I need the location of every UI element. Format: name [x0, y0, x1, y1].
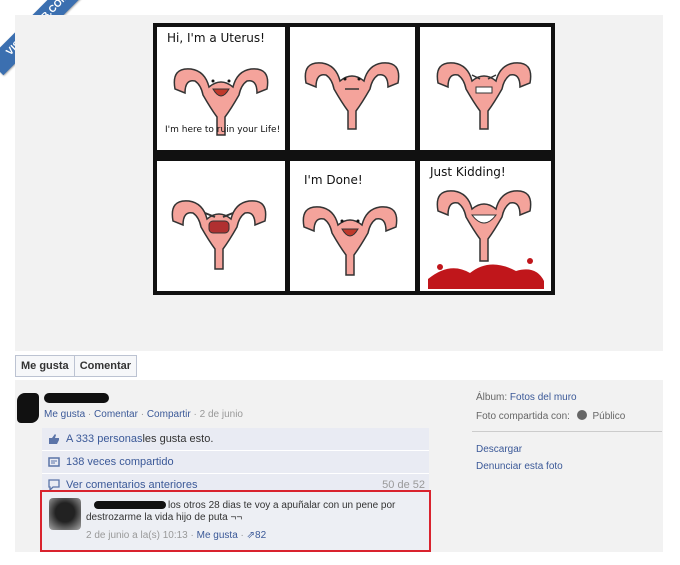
sidebar-divider — [472, 431, 662, 432]
like-button[interactable]: Me gusta — [16, 356, 74, 376]
share-icon — [48, 456, 60, 468]
shared-with-label: Foto compartida con: — [476, 411, 570, 422]
post-like-link[interactable]: Me gusta — [44, 409, 85, 420]
comic-image: Hi, I'm a Uterus! I'm here to ruin your … — [153, 23, 555, 295]
comment-likes[interactable]: ⇗82 — [247, 530, 267, 541]
comic-panel-5: I'm Done! — [290, 161, 415, 291]
likes-count-link[interactable]: A 333 personas — [66, 433, 142, 445]
panel-1-subcaption: I'm here to ruin your Life! — [165, 125, 281, 135]
post-meta: Me gusta · Comentar · Compartir · 2 de j… — [44, 409, 243, 420]
comment-like-link[interactable]: Me gusta — [197, 530, 238, 541]
comic-panel-2 — [290, 27, 415, 150]
album-link[interactable]: Fotos del muro — [510, 392, 577, 403]
uterus-evil-icon — [428, 190, 544, 289]
thumbs-up-icon — [48, 433, 60, 445]
commenter-name-redacted[interactable] — [94, 501, 166, 509]
author-name-redacted[interactable] — [44, 393, 109, 403]
author-avatar[interactable] — [17, 393, 39, 423]
post-comment-link[interactable]: Comentar — [94, 409, 138, 420]
like-arrow-icon: ⇗ — [246, 530, 256, 541]
shares-link[interactable]: 138 veces compartido — [66, 456, 174, 468]
comment-likes-count: 82 — [255, 530, 267, 541]
album-label: Álbum: — [476, 392, 508, 403]
highlighted-comment: los otros 28 dias te voy a apuñalar con … — [40, 490, 431, 552]
uterus-angry-icon — [436, 62, 532, 130]
uterus-neutral-icon — [304, 62, 400, 130]
post-date: 2 de junio — [199, 409, 243, 420]
commenter-avatar[interactable] — [49, 498, 81, 530]
shares-row: 138 veces compartido — [42, 451, 429, 474]
privacy-line: Foto compartida con: Público — [476, 410, 625, 422]
comic-panel-3 — [420, 27, 551, 150]
download-link[interactable]: Descargar — [476, 444, 522, 455]
comic-panel-6: Just Kidding! — [420, 161, 551, 291]
likes-row: A 333 personas les gusta esto. — [42, 428, 429, 451]
photo-actions: Me gusta Comentar — [15, 355, 138, 377]
download-line: Descargar — [476, 444, 522, 455]
comic-panel-4 — [157, 161, 285, 291]
feedback-box: A 333 personas les gusta esto. 138 veces… — [42, 428, 429, 497]
comment-timestamp: 2 de junio a la(s) 10:13 — [86, 530, 188, 541]
comic-panel-1: Hi, I'm a Uterus! I'm here to ruin your … — [157, 27, 285, 150]
globe-icon — [576, 410, 587, 420]
uterus-crying-icon — [171, 200, 267, 270]
report-photo-link[interactable]: Denunciar esta foto — [476, 461, 563, 472]
report-line: Denunciar esta foto — [476, 461, 563, 472]
likes-suffix: les gusta esto. — [142, 433, 214, 445]
privacy-value[interactable]: Público — [593, 411, 626, 422]
post-share-link[interactable]: Compartir — [147, 409, 191, 420]
comment-meta: 2 de junio a la(s) 10:13 · Me gusta · ⇗8… — [86, 530, 267, 541]
uterus-done-icon — [302, 206, 398, 276]
comment-button[interactable]: Comentar — [73, 356, 136, 376]
album-line: Álbum: Fotos del muro — [476, 392, 577, 403]
